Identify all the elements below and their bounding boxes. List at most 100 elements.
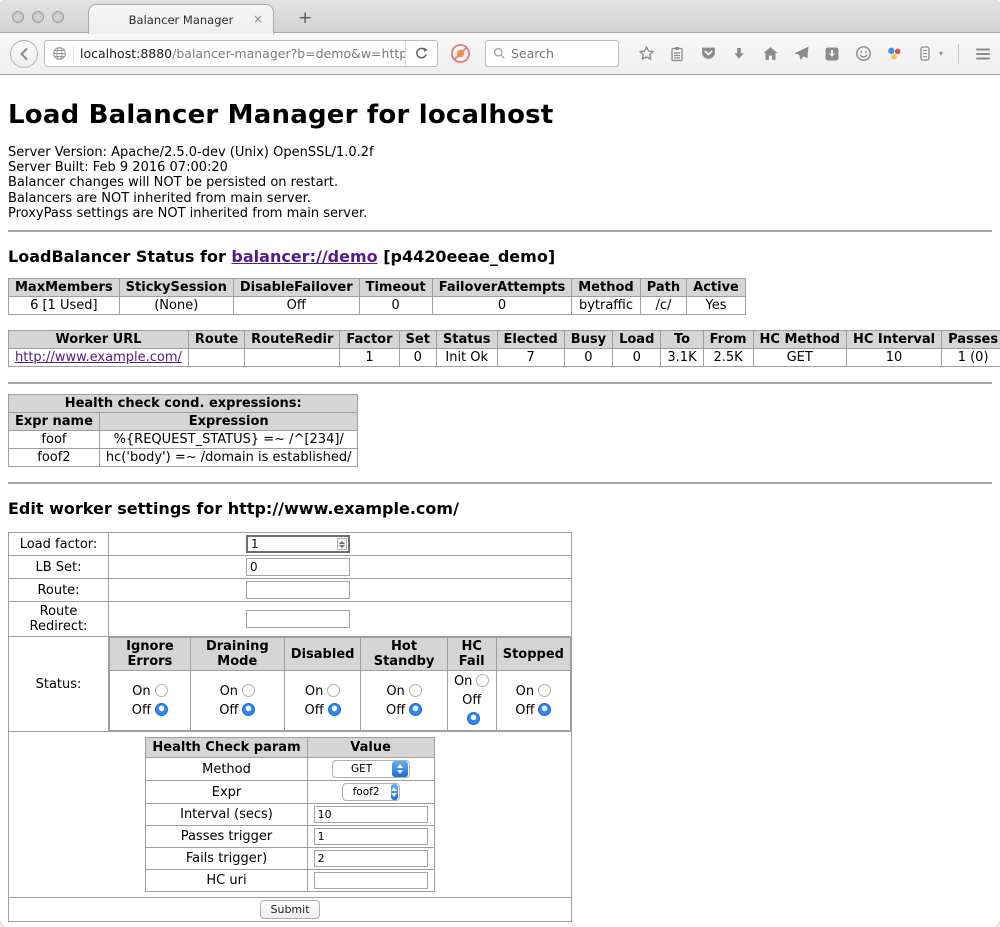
new-tab-button[interactable]: + (290, 6, 320, 30)
back-button[interactable] (10, 40, 38, 68)
url-text[interactable]: localhost:8880/balancer-manager?b=demo&w… (74, 46, 405, 61)
hc-uri-row: HC uri (146, 870, 434, 892)
col-worker-url: Worker URL (9, 331, 189, 349)
expr-row: foof %{REQUEST_STATUS} =~ /^[234]/ (9, 431, 358, 449)
table-header-row: Expr name Expression (9, 413, 358, 431)
reload-icon (414, 46, 429, 61)
hc-expr-select[interactable]: foof2 (342, 783, 400, 801)
status-header-row: Ignore Errors Draining Mode Disabled Hot… (110, 638, 571, 671)
col-hc-value: Value (307, 738, 434, 758)
col-status: Status (436, 331, 497, 349)
bookmark-star-icon[interactable] (637, 45, 655, 63)
number-spinner-icon[interactable] (337, 538, 347, 550)
lb-set-input[interactable] (246, 558, 350, 576)
col-timeout: Timeout (359, 279, 432, 297)
content-blocker-icon[interactable] (450, 43, 471, 64)
cell-expr-name: foof (9, 431, 100, 449)
route-redirect-input[interactable] (246, 610, 350, 628)
col-path: Path (640, 279, 686, 297)
send-tab-icon[interactable] (792, 45, 810, 63)
cell-route (188, 349, 244, 367)
radio-disabled-off[interactable] (328, 703, 341, 716)
col-active: Active (687, 279, 746, 297)
hc-interval-label: Interval (secs) (146, 804, 307, 826)
radio-hot-standby-off[interactable] (409, 703, 422, 716)
col-hc-interval: HC Interval (846, 331, 941, 349)
col-disabled: Disabled (284, 638, 361, 671)
loadbalancer-status-heading: LoadBalancer Status for balancer://demo … (8, 247, 992, 266)
tab-balancer-manager[interactable]: Balancer Manager × (88, 4, 274, 34)
radio-stopped-off[interactable] (538, 703, 551, 716)
route-input[interactable] (246, 581, 350, 599)
hc-uri-input[interactable] (314, 872, 428, 889)
expr-row: foof2 hc('body') =~ /domain is establish… (9, 449, 358, 467)
cell-hc-interval: 10 (846, 349, 941, 367)
table-title-row: Health check cond. expressions: (9, 395, 358, 413)
submit-button[interactable]: Submit (260, 900, 319, 919)
load-factor-input[interactable] (246, 535, 350, 553)
status-row: Status: Ignore Errors Draining Mode Disa… (9, 637, 572, 732)
tab-close-icon[interactable]: × (253, 12, 263, 26)
download-icon[interactable] (730, 45, 748, 63)
server-info: Server Version: Apache/2.5.0-dev (Unix) … (8, 145, 992, 221)
hc-passes-input[interactable] (314, 828, 428, 845)
overflow-caret-icon[interactable]: ▾ (939, 49, 943, 58)
cell-active: Yes (687, 297, 746, 315)
downloads-panel-icon[interactable] (823, 45, 841, 63)
col-stopped: Stopped (496, 638, 570, 671)
cell-hc-method: GET (753, 349, 846, 367)
col-factor: Factor (340, 331, 399, 349)
radio-hot-standby-on[interactable] (409, 684, 422, 697)
search-input[interactable] (511, 46, 611, 61)
edit-worker-form: Load factor: LB Set: Route: Route Redire… (8, 532, 572, 922)
cell-path: /c/ (640, 297, 686, 315)
container-extension-icon[interactable] (916, 45, 934, 63)
reload-button[interactable] (405, 41, 437, 66)
window-close-button[interactable] (12, 11, 24, 23)
heading-prefix: LoadBalancer Status for (8, 247, 231, 266)
col-elected: Elected (497, 331, 564, 349)
hc-fails-input[interactable] (314, 850, 428, 867)
radio-disabled-on[interactable] (327, 684, 340, 697)
hc-expr-row: Expr foof2 (146, 781, 434, 804)
on-label: On (305, 684, 323, 699)
status-radio-row: On Off On Off On Off (110, 671, 571, 731)
radio-draining-mode-off[interactable] (242, 703, 255, 716)
hc-interval-input[interactable] (314, 806, 428, 823)
menu-hamburger-icon[interactable] (974, 45, 992, 63)
off-label: Off (132, 703, 151, 718)
cell-from: 2.5K (703, 349, 753, 367)
radio-hc-fail-off[interactable] (467, 712, 480, 725)
radio-ignore-errors-on[interactable] (155, 684, 168, 697)
worker-status-table: Worker URL Route RouteRedir Factor Set S… (8, 330, 1000, 367)
reading-list-icon[interactable] (668, 45, 686, 63)
col-route: Route (188, 331, 244, 349)
off-label: Off (219, 703, 238, 718)
route-row: Route: (9, 579, 572, 602)
cell-disablefailover: Off (233, 297, 359, 315)
search-bar[interactable] (485, 40, 619, 67)
window-minimize-button[interactable] (32, 11, 44, 23)
url-bar[interactable]: localhost:8880/balancer-manager?b=demo&w… (44, 40, 438, 67)
worker-url-link[interactable]: http://www.example.com/ (15, 350, 182, 365)
globe-icon (45, 46, 74, 61)
balancer-demo-link[interactable]: balancer://demo (231, 247, 377, 266)
hc-method-select[interactable]: GET (332, 760, 410, 778)
radio-draining-mode-on[interactable] (242, 684, 255, 697)
pocket-icon[interactable] (699, 45, 717, 63)
colored-dots-extension-icon[interactable] (885, 45, 903, 63)
hc-expressions-table: Health check cond. expressions: Expr nam… (8, 394, 358, 467)
worker-row: http://www.example.com/ 1 0 Init Ok 7 0 … (9, 349, 1000, 367)
window-zoom-button[interactable] (52, 11, 64, 23)
lb-set-row: LB Set: (9, 556, 572, 579)
radio-stopped-on[interactable] (538, 684, 551, 697)
chat-icon[interactable] (854, 45, 872, 63)
cell-expr-name: foof2 (9, 449, 100, 467)
cell-worker-url: http://www.example.com/ (9, 349, 189, 367)
cell-method: bytraffic (572, 297, 640, 315)
divider (8, 382, 992, 384)
balancer-status-table: MaxMembers StickySession DisableFailover… (8, 278, 746, 315)
radio-hc-fail-on[interactable] (476, 674, 489, 687)
home-icon[interactable] (761, 45, 779, 63)
radio-ignore-errors-off[interactable] (155, 703, 168, 716)
